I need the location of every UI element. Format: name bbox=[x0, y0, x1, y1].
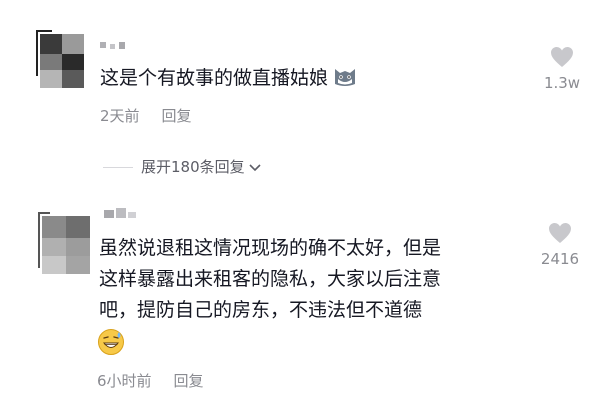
like-count: 1.3w bbox=[543, 74, 581, 92]
username-blurred[interactable] bbox=[104, 208, 146, 220]
avatar[interactable] bbox=[38, 212, 90, 274]
chevron-down-icon bbox=[249, 163, 261, 171]
like-area: 2416 bbox=[534, 222, 586, 268]
username-blurred[interactable] bbox=[100, 40, 140, 52]
comment-text-line: 吧，提防自己的房东，不违法但不道德 bbox=[99, 299, 423, 321]
heart-icon[interactable] bbox=[550, 46, 574, 68]
cat-face-emoji bbox=[335, 68, 356, 86]
expand-replies-button[interactable]: 展开180条回复 bbox=[103, 156, 262, 177]
comment-time: 6小时前 bbox=[97, 372, 152, 390]
heart-icon[interactable] bbox=[548, 222, 572, 244]
comment-item: 虽然说退租这情况现场的确不太好，但是 这样暴露出来租客的隐私，大家以后注意 吧，… bbox=[0, 200, 612, 404]
comment-list: 这是个有故事的做直播姑娘 2天前 回复 展开180条回复 1.3w 虽然说退租这… bbox=[0, 0, 612, 404]
like-area: 1.3w bbox=[536, 46, 588, 92]
comment-time: 2天前 bbox=[100, 107, 140, 125]
comment-meta: 2天前 回复 bbox=[100, 105, 192, 126]
avatar[interactable] bbox=[36, 30, 84, 88]
comment-text: 虽然说退租这情况现场的确不太好，但是 这样暴露出来租客的隐私，大家以后注意 吧，… bbox=[99, 233, 441, 326]
expand-replies-label: 展开180条回复 bbox=[141, 158, 245, 176]
comment-meta: 6小时前 回复 bbox=[97, 370, 204, 391]
like-count: 2416 bbox=[540, 250, 580, 268]
comment-text-line: 虽然说退租这情况现场的确不太好，但是 bbox=[99, 237, 442, 259]
reply-button[interactable]: 回复 bbox=[174, 372, 204, 390]
sweat-grin-emoji bbox=[98, 329, 124, 355]
divider-line bbox=[103, 167, 133, 168]
comment-text-line: 这样暴露出来租客的隐私，大家以后注意 bbox=[99, 268, 442, 290]
comment-item: 这是个有故事的做直播姑娘 2天前 回复 展开180条回复 1.3w bbox=[0, 0, 612, 200]
comment-text-line: 这是个有故事的做直播姑娘 bbox=[100, 67, 329, 89]
reply-button[interactable]: 回复 bbox=[162, 107, 192, 125]
comment-text: 这是个有故事的做直播姑娘 bbox=[100, 63, 358, 94]
